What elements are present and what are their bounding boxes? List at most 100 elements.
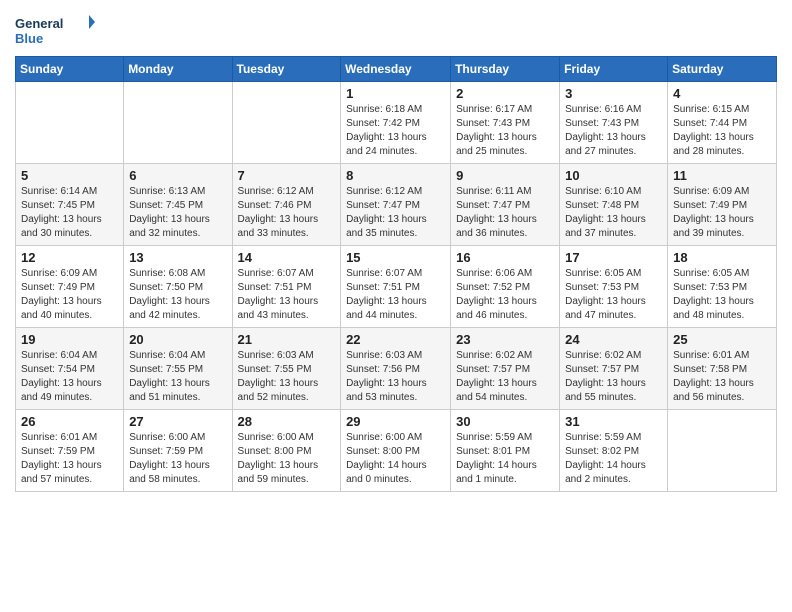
day-cell (16, 82, 124, 164)
day-cell: 7 Sunrise: 6:12 AM Sunset: 7:46 PM Daylig… (232, 164, 341, 246)
svg-text:General: General (15, 16, 63, 31)
day-number: 26 (21, 414, 118, 429)
day-number: 18 (673, 250, 771, 265)
day-info: Sunrise: 6:07 AM Sunset: 7:51 PM Dayligh… (346, 267, 445, 323)
day-info: Sunrise: 6:17 AM Sunset: 7:43 PM Dayligh… (456, 103, 554, 159)
day-number: 9 (456, 168, 554, 183)
day-cell (232, 82, 341, 164)
day-cell: 9Sunrise: 6:11 AM Sunset: 7:47 PM Daylig… (451, 164, 560, 246)
day-info: Sunrise: 6:04 AM Sunset: 7:54 PM Dayligh… (21, 349, 118, 405)
day-header-monday: Monday (124, 57, 232, 82)
day-number: 29 (346, 414, 445, 429)
day-number: 24 (565, 332, 662, 347)
day-cell: 14 Sunrise: 6:07 AM Sunset: 7:51 PM Dayli… (232, 246, 341, 328)
day-cell: 24 Sunrise: 6:02 AM Sunset: 7:57 PM Dayli… (560, 328, 668, 410)
day-info: Sunrise: 6:14 AM Sunset: 7:45 PM Dayligh… (21, 185, 118, 241)
day-cell (124, 82, 232, 164)
day-number: 7 (238, 168, 336, 183)
week-row-2: 5 Sunrise: 6:14 AM Sunset: 7:45 PM Daylig… (16, 164, 777, 246)
day-info: Sunrise: 6:02 AM Sunset: 7:57 PM Dayligh… (456, 349, 554, 405)
day-cell: 1Sunrise: 6:18 AM Sunset: 7:42 PM Daylig… (341, 82, 451, 164)
day-cell: 15 Sunrise: 6:07 AM Sunset: 7:51 PM Dayli… (341, 246, 451, 328)
day-info: Sunrise: 6:18 AM Sunset: 7:42 PM Dayligh… (346, 103, 445, 159)
day-info: Sunrise: 6:12 AM Sunset: 7:46 PM Dayligh… (238, 185, 336, 241)
day-cell: 16Sunrise: 6:06 AM Sunset: 7:52 PM Dayli… (451, 246, 560, 328)
day-cell: 27Sunrise: 6:00 AM Sunset: 7:59 PM Dayli… (124, 410, 232, 492)
day-cell: 26 Sunrise: 6:01 AM Sunset: 7:59 PM Dayli… (16, 410, 124, 492)
day-number: 12 (21, 250, 118, 265)
day-cell: 29 Sunrise: 6:00 AM Sunset: 8:00 PM Dayli… (341, 410, 451, 492)
day-number: 23 (456, 332, 554, 347)
day-info: Sunrise: 6:02 AM Sunset: 7:57 PM Dayligh… (565, 349, 662, 405)
day-cell: 2 Sunrise: 6:17 AM Sunset: 7:43 PM Daylig… (451, 82, 560, 164)
day-cell: 8 Sunrise: 6:12 AM Sunset: 7:47 PM Daylig… (341, 164, 451, 246)
day-cell: 30 Sunrise: 5:59 AM Sunset: 8:01 PM Dayli… (451, 410, 560, 492)
day-cell: 11 Sunrise: 6:09 AM Sunset: 7:49 PM Dayli… (668, 164, 777, 246)
day-header-friday: Friday (560, 57, 668, 82)
day-number: 14 (238, 250, 336, 265)
day-cell: 4 Sunrise: 6:15 AM Sunset: 7:44 PM Daylig… (668, 82, 777, 164)
day-info: Sunrise: 6:16 AM Sunset: 7:43 PM Dayligh… (565, 103, 662, 159)
logo: General Blue (15, 10, 95, 50)
day-info: Sunrise: 6:07 AM Sunset: 7:51 PM Dayligh… (238, 267, 336, 323)
day-cell: 19 Sunrise: 6:04 AM Sunset: 7:54 PM Dayli… (16, 328, 124, 410)
day-cell: 31Sunrise: 5:59 AM Sunset: 8:02 PM Dayli… (560, 410, 668, 492)
day-cell: 20Sunrise: 6:04 AM Sunset: 7:55 PM Dayli… (124, 328, 232, 410)
day-info: Sunrise: 6:00 AM Sunset: 8:00 PM Dayligh… (346, 431, 445, 487)
day-cell: 18 Sunrise: 6:05 AM Sunset: 7:53 PM Dayli… (668, 246, 777, 328)
day-cell: 6 Sunrise: 6:13 AM Sunset: 7:45 PM Daylig… (124, 164, 232, 246)
day-cell: 17Sunrise: 6:05 AM Sunset: 7:53 PM Dayli… (560, 246, 668, 328)
day-cell: 22 Sunrise: 6:03 AM Sunset: 7:56 PM Dayli… (341, 328, 451, 410)
day-cell: 3Sunrise: 6:16 AM Sunset: 7:43 PM Daylig… (560, 82, 668, 164)
day-info: Sunrise: 6:05 AM Sunset: 7:53 PM Dayligh… (673, 267, 771, 323)
day-info: Sunrise: 6:13 AM Sunset: 7:45 PM Dayligh… (129, 185, 226, 241)
day-info: Sunrise: 6:08 AM Sunset: 7:50 PM Dayligh… (129, 267, 226, 323)
day-number: 21 (238, 332, 336, 347)
day-number: 15 (346, 250, 445, 265)
header: General Blue (15, 10, 777, 50)
day-number: 30 (456, 414, 554, 429)
day-info: Sunrise: 6:15 AM Sunset: 7:44 PM Dayligh… (673, 103, 771, 159)
day-info: Sunrise: 6:12 AM Sunset: 7:47 PM Dayligh… (346, 185, 445, 241)
day-info: Sunrise: 5:59 AM Sunset: 8:01 PM Dayligh… (456, 431, 554, 487)
day-header-saturday: Saturday (668, 57, 777, 82)
day-number: 4 (673, 86, 771, 101)
day-number: 20 (129, 332, 226, 347)
day-number: 13 (129, 250, 226, 265)
day-number: 5 (21, 168, 118, 183)
day-number: 2 (456, 86, 554, 101)
day-number: 17 (565, 250, 662, 265)
day-number: 6 (129, 168, 226, 183)
day-number: 31 (565, 414, 662, 429)
day-cell: 5 Sunrise: 6:14 AM Sunset: 7:45 PM Daylig… (16, 164, 124, 246)
day-number: 28 (238, 414, 336, 429)
day-number: 11 (673, 168, 771, 183)
calendar-table: SundayMondayTuesdayWednesdayThursdayFrid… (15, 56, 777, 492)
svg-text:Blue: Blue (15, 31, 43, 46)
day-info: Sunrise: 6:01 AM Sunset: 7:59 PM Dayligh… (21, 431, 118, 487)
day-header-thursday: Thursday (451, 57, 560, 82)
week-row-4: 19 Sunrise: 6:04 AM Sunset: 7:54 PM Dayli… (16, 328, 777, 410)
day-info: Sunrise: 6:10 AM Sunset: 7:48 PM Dayligh… (565, 185, 662, 241)
day-cell: 23 Sunrise: 6:02 AM Sunset: 7:57 PM Dayli… (451, 328, 560, 410)
day-cell: 28 Sunrise: 6:00 AM Sunset: 8:00 PM Dayli… (232, 410, 341, 492)
day-header-wednesday: Wednesday (341, 57, 451, 82)
logo-svg: General Blue (15, 10, 95, 50)
day-number: 8 (346, 168, 445, 183)
week-row-5: 26 Sunrise: 6:01 AM Sunset: 7:59 PM Dayli… (16, 410, 777, 492)
day-info: Sunrise: 6:00 AM Sunset: 8:00 PM Dayligh… (238, 431, 336, 487)
day-number: 16 (456, 250, 554, 265)
day-info: Sunrise: 6:03 AM Sunset: 7:56 PM Dayligh… (346, 349, 445, 405)
day-cell: 25Sunrise: 6:01 AM Sunset: 7:58 PM Dayli… (668, 328, 777, 410)
day-number: 19 (21, 332, 118, 347)
day-number: 10 (565, 168, 662, 183)
day-number: 22 (346, 332, 445, 347)
week-row-1: 1Sunrise: 6:18 AM Sunset: 7:42 PM Daylig… (16, 82, 777, 164)
days-header-row: SundayMondayTuesdayWednesdayThursdayFrid… (16, 57, 777, 82)
day-info: Sunrise: 6:00 AM Sunset: 7:59 PM Dayligh… (129, 431, 226, 487)
day-info: Sunrise: 6:01 AM Sunset: 7:58 PM Dayligh… (673, 349, 771, 405)
day-header-sunday: Sunday (16, 57, 124, 82)
day-info: Sunrise: 6:09 AM Sunset: 7:49 PM Dayligh… (673, 185, 771, 241)
day-cell: 13 Sunrise: 6:08 AM Sunset: 7:50 PM Dayli… (124, 246, 232, 328)
day-cell: 10 Sunrise: 6:10 AM Sunset: 7:48 PM Dayli… (560, 164, 668, 246)
